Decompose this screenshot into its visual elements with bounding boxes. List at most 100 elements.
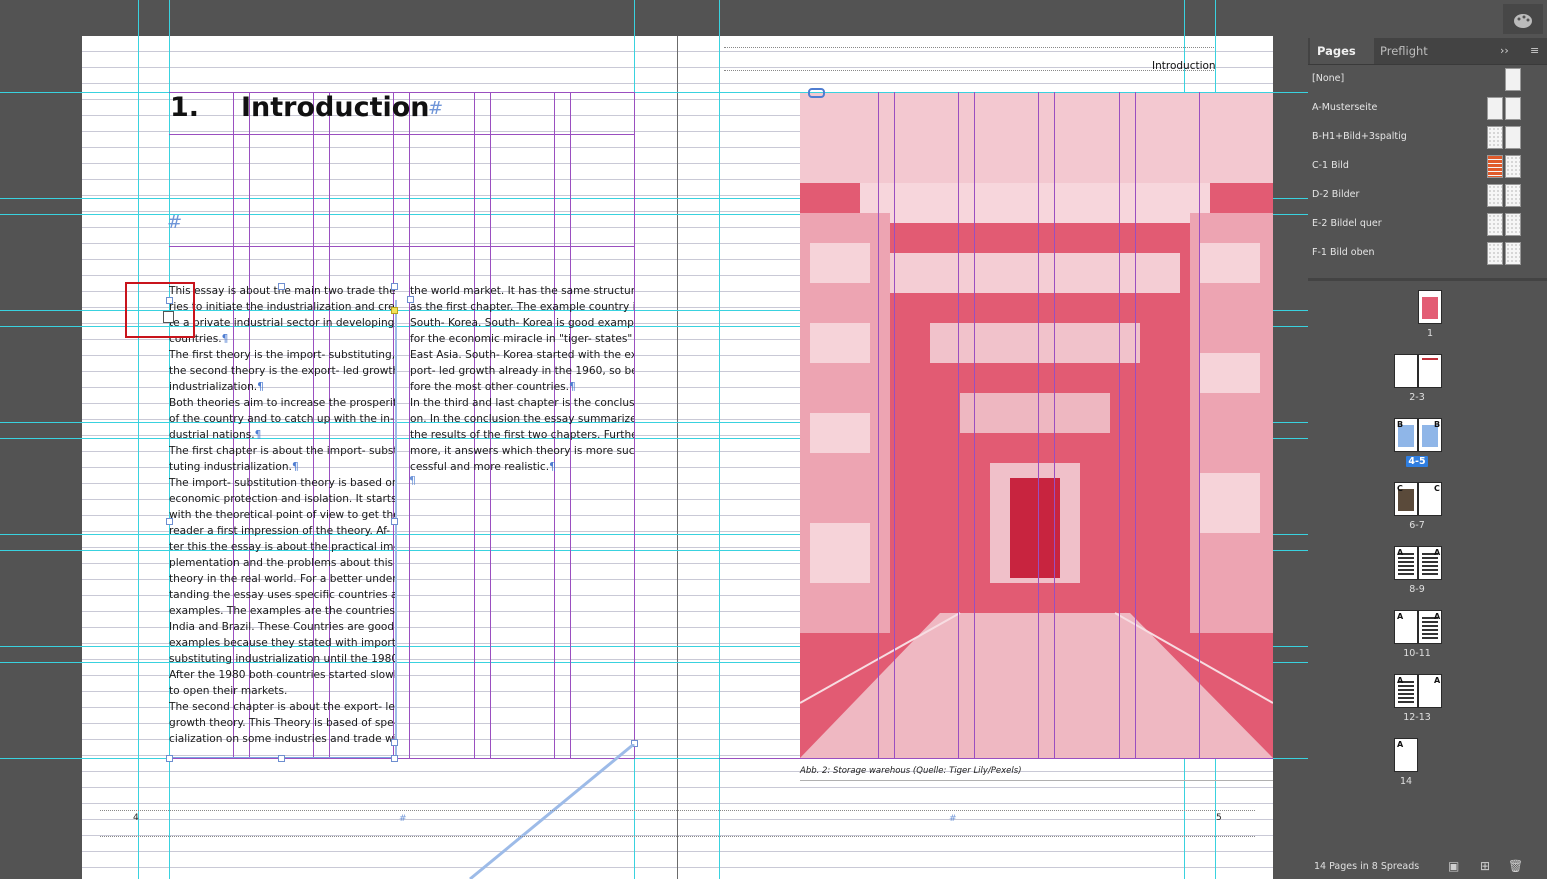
guide-vertical[interactable]: [138, 0, 139, 879]
panel-tabs: Pages Preflight ›› ≡: [1308, 38, 1547, 65]
spread-label: 4-5: [1406, 456, 1428, 467]
column-guide: [1199, 92, 1200, 758]
text-line: examples. The examples are the countries: [169, 605, 395, 617]
text-line: tuting industrialization.¶: [169, 461, 299, 473]
text-thread-connector: [469, 744, 635, 879]
caption-frame: [800, 780, 1273, 781]
overset-icon[interactable]: [163, 311, 174, 323]
delete-page-icon[interactable]: 🗑: [1508, 859, 1523, 873]
tab-pages[interactable]: Pages: [1310, 38, 1374, 64]
master-page-item[interactable]: C-1 Bild: [1308, 153, 1547, 182]
column-guide: [958, 92, 959, 758]
page-size-icon[interactable]: ▣: [1448, 859, 1459, 873]
page-thumbnail[interactable]: [1418, 354, 1442, 388]
page-thumbnail[interactable]: C: [1418, 482, 1442, 516]
page-thumbnail[interactable]: A: [1394, 546, 1418, 580]
master-page-item[interactable]: D-2 Bilder: [1308, 182, 1547, 211]
master-page-item[interactable]: [None]: [1308, 66, 1547, 95]
page-thumbnail[interactable]: A: [1394, 610, 1418, 644]
text-line: te a private industrial sector in develo…: [169, 317, 395, 329]
text-line: reader a first impression of the theory.…: [169, 525, 391, 537]
master-letter: A: [1397, 612, 1404, 621]
text-line: India and Brazil. These Countries are go…: [169, 621, 395, 633]
frame-handle[interactable]: [391, 518, 398, 525]
master-page-label: C-1 Bild: [1312, 160, 1349, 171]
text-line: The second chapter is about the export- …: [169, 701, 395, 713]
page-thumbnail[interactable]: [1394, 354, 1418, 388]
in-port[interactable]: [407, 296, 414, 303]
frame-handle[interactable]: [391, 283, 398, 290]
header-frame: [724, 70, 1214, 71]
text-line: The first chapter is about the import- s…: [169, 445, 395, 457]
text-frame-column-1[interactable]: This essay is about the main two trade t…: [169, 283, 395, 747]
panel-footer: 14 Pages in 8 Spreads ▣ ⊞ 🗑: [1308, 855, 1547, 879]
page-number-right[interactable]: 5: [1216, 813, 1222, 823]
warehouse-photo[interactable]: [800, 93, 1273, 758]
new-page-icon[interactable]: ⊞: [1480, 859, 1490, 873]
panel-menu-icon[interactable]: ≡: [1530, 38, 1539, 64]
tab-pages-label: Pages: [1317, 44, 1356, 58]
frame-handle[interactable]: [278, 283, 285, 290]
frame-handle[interactable]: [166, 755, 173, 762]
palette-icon[interactable]: [1503, 4, 1543, 34]
text-line: to open their markets.: [169, 685, 288, 697]
chapter-heading[interactable]: 1. Introduction: [170, 92, 430, 123]
text-line: Both theories aim to increase the prospe…: [169, 397, 395, 409]
image-caption[interactable]: Abb. 2: Storage warehous (Quelle: Tiger …: [800, 766, 1022, 776]
thumbnail-content: [1422, 297, 1438, 319]
document-canvas[interactable]: 1. Introduction # # This essay is about t…: [0, 0, 1308, 879]
running-header[interactable]: Introduction: [1152, 60, 1216, 72]
frame-handle[interactable]: [166, 518, 173, 525]
master-thumbnail: [1487, 126, 1503, 149]
text-line: the world market. It has the same struct…: [410, 285, 634, 297]
link-icon[interactable]: [808, 88, 825, 98]
collapse-icon[interactable]: ››: [1500, 38, 1509, 64]
master-page-item[interactable]: A-Musterseite: [1308, 95, 1547, 124]
guide-vertical[interactable]: [719, 0, 720, 879]
selection-highlight-box: [125, 282, 195, 338]
master-page-item[interactable]: E-2 Bildel quer: [1308, 211, 1547, 240]
frame-handle[interactable]: [391, 755, 398, 762]
page-number-left[interactable]: 4: [133, 813, 139, 823]
master-page-item[interactable]: F-1 Bild oben: [1308, 240, 1547, 269]
page-thumbnail[interactable]: C: [1394, 482, 1418, 516]
page-thumbnail[interactable]: A: [1418, 610, 1442, 644]
out-port[interactable]: [391, 739, 398, 746]
text-line: The import- substitution theory is based…: [169, 477, 395, 489]
master-letter: A: [1397, 740, 1404, 749]
page-thumbnail[interactable]: A: [1394, 738, 1418, 772]
footer-frame: [100, 836, 1255, 837]
page-thumbnail[interactable]: B: [1418, 418, 1442, 452]
text-line: on. In the conclusion the essay summariz…: [410, 413, 634, 425]
text-line: the results of the first two chapters. F…: [410, 429, 634, 441]
page-count-status: 14 Pages in 8 Spreads: [1314, 861, 1420, 872]
text-line: as the first chapter. The example countr…: [410, 301, 634, 313]
text-line: economic protection and isolation. It st…: [169, 493, 395, 505]
text-line: cialization on some industries and trade…: [169, 733, 395, 745]
hash-marker: #: [399, 814, 407, 824]
footer-frame: [100, 810, 1255, 811]
spread-label: 1: [1426, 328, 1434, 339]
heading-number: 1.: [170, 92, 200, 123]
panel-divider[interactable]: [1308, 278, 1547, 281]
master-page-label: F-1 Bild oben: [1312, 247, 1375, 258]
master-page-item[interactable]: B-H1+Bild+3spaltig: [1308, 124, 1547, 153]
spread-label: 2-3: [1409, 392, 1425, 403]
master-page-label: [None]: [1312, 73, 1345, 84]
tab-preflight[interactable]: Preflight: [1380, 38, 1428, 64]
page-thumbnail[interactable]: A: [1418, 674, 1442, 708]
master-thumbnail: [1505, 242, 1521, 265]
frame-center-point[interactable]: [391, 307, 398, 314]
spread-label: 6-7: [1409, 520, 1425, 531]
master-thumbnail: [1505, 184, 1521, 207]
column-guide: [1119, 92, 1120, 758]
frame-handle[interactable]: [278, 755, 285, 762]
page-thumbnail[interactable]: B: [1394, 418, 1418, 452]
column-guide: [634, 92, 635, 758]
text-line: of the country and to catch up with the …: [169, 413, 394, 425]
text-frame-column-2[interactable]: the world market. It has the same struct…: [410, 283, 634, 475]
page-thumbnail[interactable]: [1418, 290, 1442, 324]
column-guide: [1038, 92, 1039, 758]
page-thumbnail[interactable]: A: [1394, 674, 1418, 708]
page-thumbnail[interactable]: A: [1418, 546, 1442, 580]
